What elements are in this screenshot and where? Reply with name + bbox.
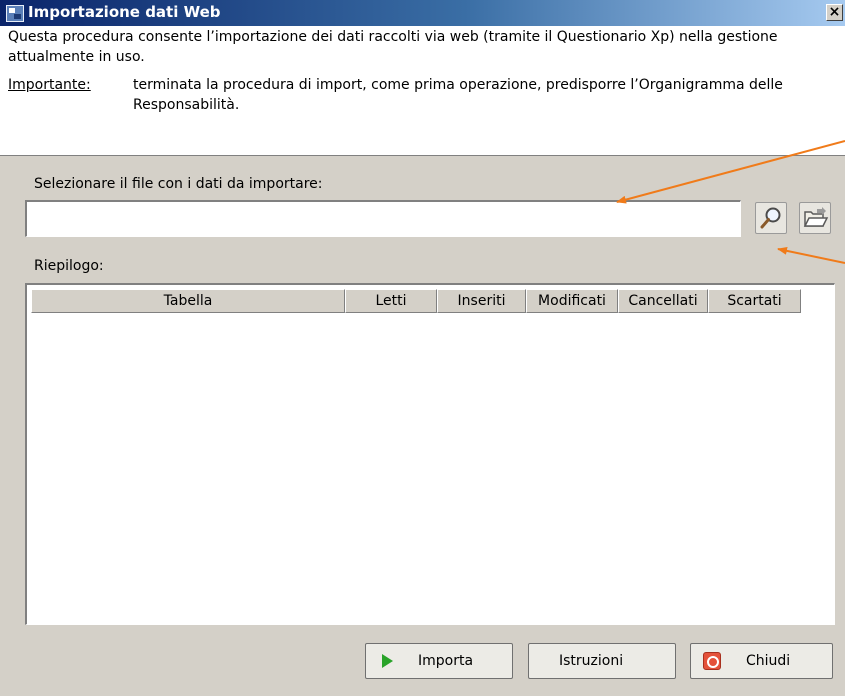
istruzioni-label: Istruzioni — [559, 653, 624, 669]
important-text: terminata la procedura di import, come p… — [133, 77, 783, 113]
search-icon — [760, 207, 781, 229]
window-title: Importazione dati Web — [28, 3, 221, 21]
grid-header-row: Tabella Letti Inseriti Modificati Cancel… — [31, 289, 801, 313]
summary-label: Riepilogo: — [34, 258, 104, 274]
file-path-input[interactable] — [25, 200, 741, 237]
column-header-inseriti[interactable]: Inseriti — [437, 289, 526, 313]
column-header-scartati[interactable]: Scartati — [708, 289, 801, 313]
summary-grid[interactable]: Tabella Letti Inseriti Modificati Cancel… — [25, 283, 835, 625]
istruzioni-button[interactable]: Istruzioni — [528, 643, 676, 679]
importa-label: Importa — [418, 653, 474, 669]
search-file-button[interactable] — [755, 202, 787, 234]
folder-open-icon — [803, 207, 829, 227]
close-button[interactable]: × — [826, 4, 843, 21]
chiudi-button[interactable]: Chiudi — [690, 643, 833, 679]
app-icon — [6, 5, 24, 22]
play-icon — [382, 654, 393, 668]
browse-folder-button[interactable] — [799, 202, 831, 234]
annotation-arrow-buttons — [777, 246, 845, 264]
importa-button[interactable]: Importa — [365, 643, 513, 679]
column-header-tabella[interactable]: Tabella — [31, 289, 345, 313]
column-header-modificati[interactable]: Modificati — [526, 289, 618, 313]
power-icon — [703, 652, 721, 670]
column-header-cancellati[interactable]: Cancellati — [618, 289, 708, 313]
chiudi-label: Chiudi — [746, 653, 791, 669]
intro-text: Questa procedura consente l’importazione… — [8, 29, 778, 65]
title-bar: Importazione dati Web × — [0, 0, 845, 26]
file-select-label: Selezionare il file con i dati da import… — [34, 176, 323, 192]
important-label: Importante: — [8, 77, 91, 93]
column-header-letti[interactable]: Letti — [345, 289, 437, 313]
